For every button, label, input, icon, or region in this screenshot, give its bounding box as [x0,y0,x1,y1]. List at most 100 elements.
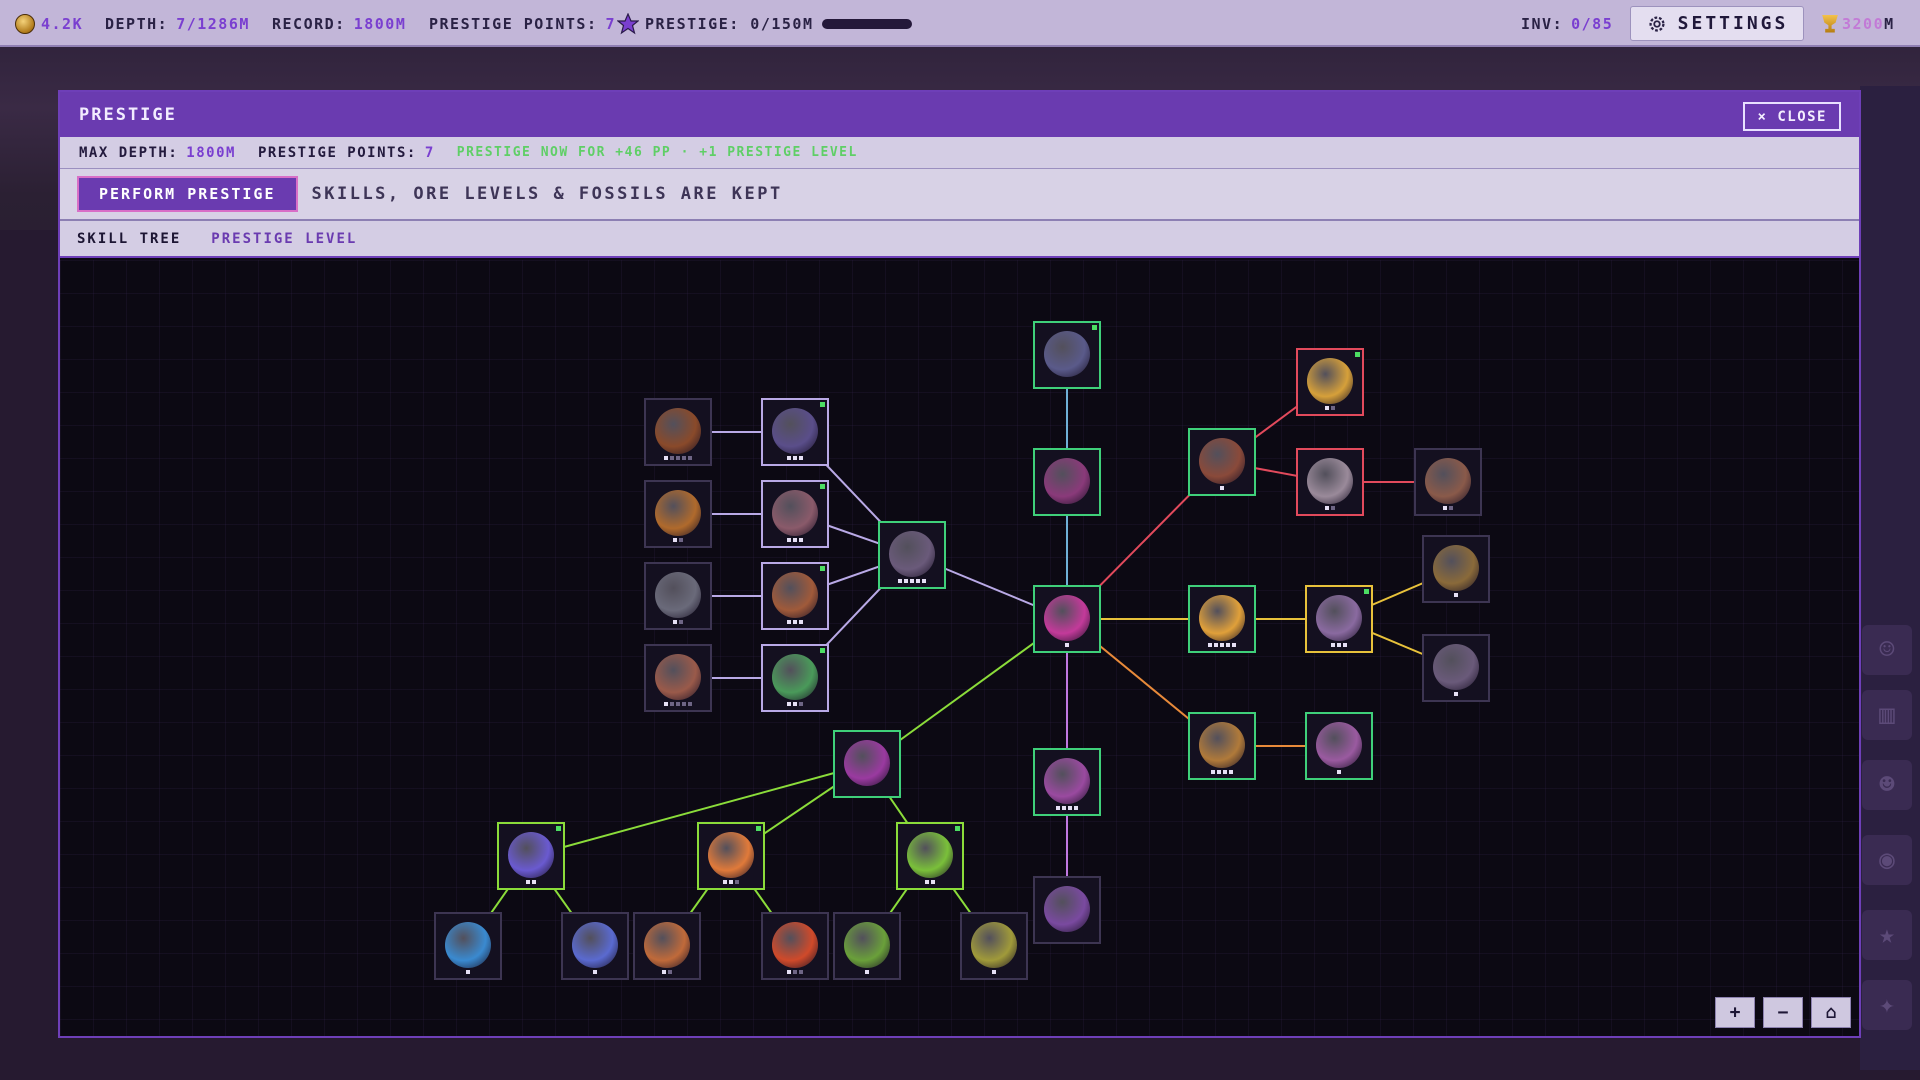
bomb-icon [1044,331,1090,377]
skill-level-pip [1068,806,1072,810]
side-character-icon[interactable]: ☺ [1862,625,1912,675]
skill-node-titan[interactable] [1033,876,1101,944]
skill-level-pips [1190,768,1254,776]
skill-level-pip [679,620,683,624]
gem-pile-icon [655,654,701,700]
side-figure-icon[interactable]: ☻ [1862,760,1912,810]
skill-node-crystal-pad[interactable] [497,822,565,890]
skill-node-boots[interactable] [761,398,829,466]
skill-level-pip [688,456,692,460]
skill-level-pip [1454,692,1458,696]
skill-node-gem-pile[interactable] [644,644,712,712]
skill-node-crossbow[interactable] [644,398,712,466]
skill-node-ladle[interactable] [1188,585,1256,653]
skill-level-pips [499,878,563,886]
skill-node-golden-horn[interactable] [1296,348,1364,416]
coins-value: 4.2K [41,14,84,33]
tab-skill-tree[interactable]: SKILL TREE [77,231,181,247]
skill-node-chest[interactable] [1188,712,1256,780]
skill-node-laser-eye[interactable] [1188,428,1256,496]
skill-node-virus[interactable] [833,912,901,980]
skill-level-pip [931,880,935,884]
skill-level-pip [1074,806,1078,810]
skill-level-pip [799,702,803,706]
tab-prestige-level[interactable]: PRESTIGE LEVEL [211,231,357,247]
skill-level-pip [787,456,791,460]
skill-level-pip [1443,506,1447,510]
skill-node-gold-nugget[interactable] [960,912,1028,980]
prestige-star-icon [617,12,639,34]
skill-node-pentagram[interactable] [1033,448,1101,516]
skill-node-clover[interactable] [761,644,829,712]
record-display: RECORD: 1800M [272,0,406,47]
laser-eye-icon [1199,438,1245,484]
skill-level-pips [1424,690,1488,698]
skill-level-pip [662,970,666,974]
skill-level-pip [925,880,929,884]
side-stats-icon[interactable]: ▥ [1862,690,1912,740]
skill-node-no-sign[interactable] [1305,712,1373,780]
zoom-out-button[interactable]: − [1763,997,1803,1028]
skill-node-dna[interactable] [761,480,829,548]
skill-node-pickaxe[interactable] [878,521,946,589]
prestige-modal: PRESTIGE × CLOSE MAX DEPTH: 1800M PRESTI… [58,90,1861,1038]
reset-view-button[interactable]: ⌂ [1811,997,1851,1028]
skill-node-sword-gem[interactable] [561,912,629,980]
side-robot-icon[interactable]: ◉ [1862,835,1912,885]
skill-level-pip [799,538,803,542]
scales-icon [1316,595,1362,641]
skill-node-bomb[interactable] [1033,321,1101,389]
skill-node-treasure-chip[interactable] [1414,448,1482,516]
skill-level-pips [436,968,500,976]
skill-level-pip [1331,506,1335,510]
multitool-icon [1044,595,1090,641]
skill-node-ice-blade[interactable] [434,912,502,980]
skill-node-furnace[interactable] [633,912,701,980]
kept-items-note: SKILLS, ORE LEVELS & FOSSILS ARE KEPT [311,184,783,204]
skill-node-multitool[interactable] [1033,585,1101,653]
skill-level-pip [793,538,797,542]
skill-node-drill-hand[interactable] [644,562,712,630]
record-label: RECORD: [272,14,346,33]
skill-node-demon-mask[interactable] [833,730,901,798]
skill-level-pip [799,620,803,624]
skill-level-pip [799,456,803,460]
skill-level-pips [880,577,944,585]
zoom-in-button[interactable]: + [1715,997,1755,1028]
modal-title: PRESTIGE [79,104,177,125]
skill-node-crown[interactable] [1296,448,1364,516]
skill-level-pip [1062,806,1066,810]
skill-level-pip [787,702,791,706]
skill-node-shop[interactable] [1422,634,1490,702]
perform-prestige-button[interactable]: PERFORM PRESTIGE [77,176,298,212]
demon-mask-icon [844,740,890,786]
skill-node-backpack[interactable] [761,562,829,630]
skill-level-pip [679,538,683,542]
skill-level-pips [962,968,1026,976]
skill-level-pip [729,880,733,884]
skill-node-gold-pyramid[interactable] [697,822,765,890]
skill-node-spike-orb[interactable] [1033,748,1101,816]
skill-node-scales[interactable] [1305,585,1373,653]
close-button[interactable]: × CLOSE [1743,102,1841,131]
record-value: 1800M [353,14,407,33]
settings-button[interactable]: SETTINGS [1630,6,1804,41]
skill-level-pips [898,878,962,886]
side-extra-icon[interactable]: ✦ [1862,980,1912,1030]
side-star-icon[interactable]: ★ [1862,910,1912,960]
crown-icon [1307,458,1353,504]
skill-level-pips [763,968,827,976]
prestige-points-value: 7 [605,14,617,33]
prestige-points-display: PRESTIGE POINTS: 7 [429,0,616,47]
skill-level-pips [1298,504,1362,512]
skill-tree-canvas[interactable]: + − ⌂ [60,260,1859,1036]
skill-node-green-ore[interactable] [896,822,964,890]
drill-hand-icon [655,572,701,618]
gold-pyramid-icon [708,832,754,878]
crossbow-icon [655,408,701,454]
skill-level-pip [1226,643,1230,647]
skill-node-compass[interactable] [644,480,712,548]
skill-level-pip [898,579,902,583]
skill-node-vortex[interactable] [1422,535,1490,603]
skill-node-fire-pit[interactable] [761,912,829,980]
